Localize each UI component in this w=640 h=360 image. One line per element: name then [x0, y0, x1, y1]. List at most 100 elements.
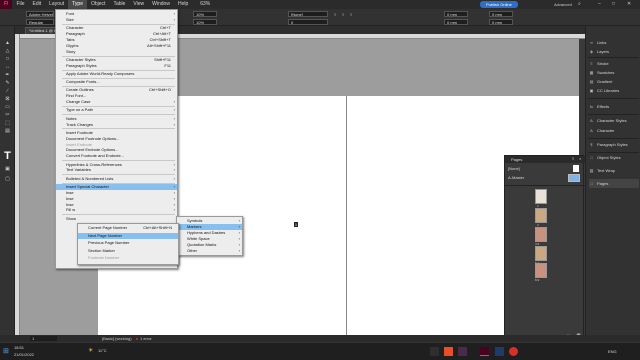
page-thumb[interactable]: [535, 246, 547, 261]
windows-start-icon[interactable]: ⊞: [3, 347, 9, 355]
taskbar-lang[interactable]: ENG: [608, 349, 617, 354]
preflight-errors[interactable]: 1 error: [140, 336, 152, 341]
menu-item-bulleted-numbered-lists[interactable]: Bulleted & Numbered Lists ›: [56, 176, 177, 182]
panel-links[interactable]: ∞ Links: [589, 38, 639, 47]
tracking-field[interactable]: 0: [288, 19, 328, 25]
a-master-label[interactable]: A-Master: [508, 175, 524, 180]
panel-text-wrap[interactable]: ▧ Text Wrap: [589, 166, 639, 175]
publish-online-button[interactable]: Publish Online: [480, 1, 518, 8]
menu-layout[interactable]: Layout: [45, 0, 68, 9]
minimize-icon[interactable]: –: [598, 0, 601, 9]
menu-item-show[interactable]: Show: [56, 216, 177, 222]
space-after-field[interactable]: 0 mm: [489, 19, 513, 25]
maximize-icon[interactable]: □: [612, 0, 615, 9]
none-master-thumb[interactable]: [573, 165, 579, 172]
none-master-label[interactable]: [None]: [508, 166, 520, 171]
panel-stroke[interactable]: ≡ Stroke: [589, 59, 639, 68]
page-thumb[interactable]: [535, 227, 547, 242]
rectangle-frame-tool-icon[interactable]: ⊠: [3, 96, 12, 102]
font-family-field[interactable]: Adobe Helvet: [26, 11, 54, 17]
menu-view[interactable]: View: [129, 0, 148, 9]
menu-edit[interactable]: Edit: [29, 0, 46, 9]
panel-object-styles[interactable]: □ Object Styles: [589, 153, 639, 162]
menu-item-change-case[interactable]: Change Case ›: [56, 99, 177, 105]
menu-item-shortcut: Ctrl+Alt+Shift+N: [143, 225, 172, 230]
menu-item-previous-page-number[interactable]: Previous Page Number: [78, 240, 178, 246]
align-center-icon[interactable]: ≡: [342, 12, 344, 17]
menu-item-fill-w[interactable]: Fill w ›: [56, 207, 177, 213]
taskbar-app-icon[interactable]: [444, 347, 453, 356]
rectangle-tool-icon[interactable]: ▭: [3, 104, 12, 110]
character-style-field[interactable]: [None]: [288, 11, 328, 17]
search-icon[interactable]: ⌕: [578, 1, 581, 7]
left-indent-field[interactable]: 0 mm: [444, 11, 468, 17]
menu-item-size[interactable]: Size ›: [56, 17, 177, 23]
app-logo[interactable]: Fl: [0, 0, 13, 9]
view-mode-icon[interactable]: ▢: [3, 176, 12, 182]
horizontal-scale-field[interactable]: 10%: [193, 11, 217, 17]
align-left-icon[interactable]: ≡: [334, 12, 336, 17]
taskbar-app-icon[interactable]: [509, 347, 518, 356]
vertical-scale-field[interactable]: 10%: [193, 19, 217, 25]
menu-item-convert-footnote-and-endnote[interactable]: Convert Footnote and Endnote...: [56, 153, 177, 159]
menu-item-paragraph-styles[interactable]: Paragraph Styles F11: [56, 63, 177, 69]
pages-panel-header[interactable]: Pages ≡ ×: [505, 156, 585, 163]
workspace-switcher[interactable]: Advanced: [554, 0, 572, 9]
taskbar-app-icon[interactable]: [458, 347, 467, 356]
panel-swatches[interactable]: ▦ Swatches: [589, 68, 639, 77]
zoom-level[interactable]: 63%: [196, 0, 214, 9]
panel-cc-libraries[interactable]: ▣ CC Libraries: [589, 86, 639, 95]
menu-item-text-variables[interactable]: Text Variables ›: [56, 167, 177, 173]
right-indent-field[interactable]: 0 mm: [444, 19, 468, 25]
menu-item-composite-fonts[interactable]: Composite Fonts...: [56, 79, 177, 85]
fill-stroke-icon[interactable]: ▣: [3, 166, 12, 172]
menu-window[interactable]: Window: [148, 0, 174, 9]
direct-selection-tool-icon[interactable]: △: [3, 48, 12, 54]
gap-tool-icon[interactable]: ↔: [3, 64, 12, 70]
menu-object[interactable]: Object: [87, 0, 109, 9]
menu-item-next-page-number[interactable]: Next Page Number: [78, 232, 178, 239]
panel-character-styles[interactable]: A Character Styles: [589, 116, 639, 125]
panel-gradient[interactable]: ▤ Gradient: [589, 77, 639, 86]
type-tool-icon[interactable]: T: [3, 150, 12, 162]
menu-item-apply-adobe-world-ready-composers[interactable]: Apply Adobe World-Ready Composers: [56, 71, 177, 77]
taskbar-app-icon[interactable]: [430, 347, 439, 356]
page-navigation-field[interactable]: 1: [30, 336, 57, 341]
page-thumb[interactable]: [535, 208, 547, 223]
pen-tool-icon[interactable]: ✒: [3, 72, 12, 78]
space-before-field[interactable]: 0 mm: [489, 11, 513, 17]
panel-menu-icon[interactable]: ≡: [572, 156, 574, 161]
menu-table[interactable]: Table: [109, 0, 129, 9]
selection-tool-icon[interactable]: ▲: [3, 40, 12, 46]
line-tool-icon[interactable]: ∕: [3, 88, 12, 94]
a-master-thumb[interactable]: [568, 174, 580, 182]
align-right-icon[interactable]: ≡: [350, 12, 352, 17]
taskbar-indesign-icon[interactable]: [480, 347, 489, 356]
menu-item-story[interactable]: Story: [56, 49, 177, 55]
free-transform-tool-icon[interactable]: ⬚: [3, 120, 12, 126]
panel-paragraph-styles[interactable]: ¶ Paragraph Styles: [589, 140, 639, 149]
menu-item-section-marker[interactable]: Section Marker: [78, 248, 178, 254]
menu-item-type-on-a-path[interactable]: Type on a Path ›: [56, 107, 177, 113]
menu-item-track-changes[interactable]: Track Changes ›: [56, 122, 177, 128]
menu-help[interactable]: Help: [174, 0, 192, 9]
close-icon[interactable]: ✕: [627, 0, 631, 9]
gradient-tool-icon[interactable]: ▤: [3, 128, 12, 134]
panel-pages[interactable]: □ Pages: [589, 179, 639, 188]
font-style-field[interactable]: Regular: [26, 19, 54, 25]
menu-item-current-page-number[interactable]: Current Page Number Ctrl+Alt+Shift+N: [78, 225, 178, 231]
menu-item-other[interactable]: Other ›: [177, 248, 242, 254]
scissors-tool-icon[interactable]: ✂: [3, 112, 12, 118]
page-thumb[interactable]: [535, 263, 547, 278]
panel-layers[interactable]: ◈ Layers: [589, 47, 639, 56]
taskbar-app-icon[interactable]: [495, 347, 504, 356]
pencil-tool-icon[interactable]: ✎: [3, 80, 12, 86]
panel-close-icon[interactable]: ×: [579, 156, 581, 161]
page-thumb[interactable]: [535, 189, 547, 204]
panel-effects[interactable]: fx Effects: [589, 102, 639, 111]
preflight-profile[interactable]: [Basic] (working): [102, 336, 132, 341]
menu-file[interactable]: File: [12, 0, 28, 9]
panel-character[interactable]: A Character: [589, 126, 639, 135]
page-tool-icon[interactable]: □: [3, 56, 12, 62]
menu-type[interactable]: Type: [68, 0, 87, 9]
